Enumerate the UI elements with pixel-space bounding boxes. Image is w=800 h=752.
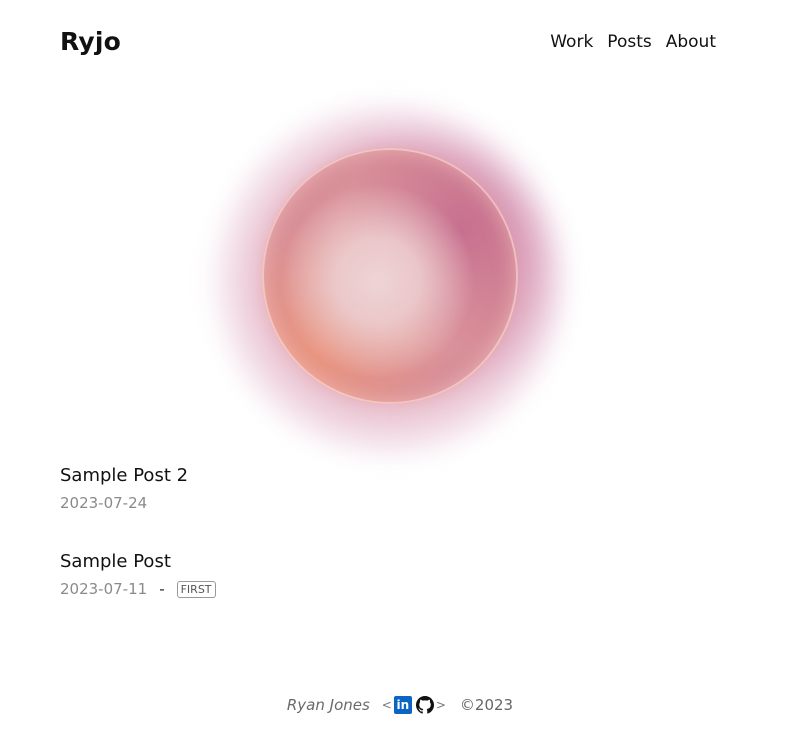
hero-orb (190, 80, 590, 480)
bracket-close: > (435, 698, 446, 712)
main-nav: Work Posts About (550, 31, 716, 53)
post-meta: 2023-07-11 - FIRST (60, 579, 216, 599)
footer-copyright: ©2023 (459, 696, 514, 714)
nav-posts-link[interactable]: Posts (607, 31, 651, 53)
bracket-open: < (381, 698, 392, 712)
footer-author: Ryan Jones (286, 696, 370, 714)
post-tag-badge[interactable]: FIRST (176, 580, 216, 598)
social-links: < in > (382, 694, 446, 716)
orb-core (262, 148, 518, 404)
site-footer: Ryan Jones < in > ©2023 (0, 694, 800, 716)
linkedin-icon[interactable]: in (393, 696, 412, 714)
nav-work-link[interactable]: Work (550, 31, 593, 53)
meta-separator: - (159, 580, 165, 598)
post-date: 2023-07-11 (60, 580, 148, 598)
post-title-link[interactable]: Sample Post (60, 551, 171, 572)
post-date: 2023-07-24 (60, 494, 148, 512)
post-list-item: Sample Post 2023-07-11 - FIRST (60, 550, 216, 599)
post-list-item: Sample Post 2 2023-07-24 (60, 464, 188, 513)
post-meta: 2023-07-24 (60, 493, 188, 513)
github-icon[interactable] (415, 696, 434, 714)
page: Ryjo Work Posts About Sample Post 2 2023… (0, 0, 800, 752)
nav-about-link[interactable]: About (666, 31, 716, 53)
site-logo-link[interactable]: Ryjo (60, 26, 121, 58)
post-title-link[interactable]: Sample Post 2 (60, 465, 188, 486)
